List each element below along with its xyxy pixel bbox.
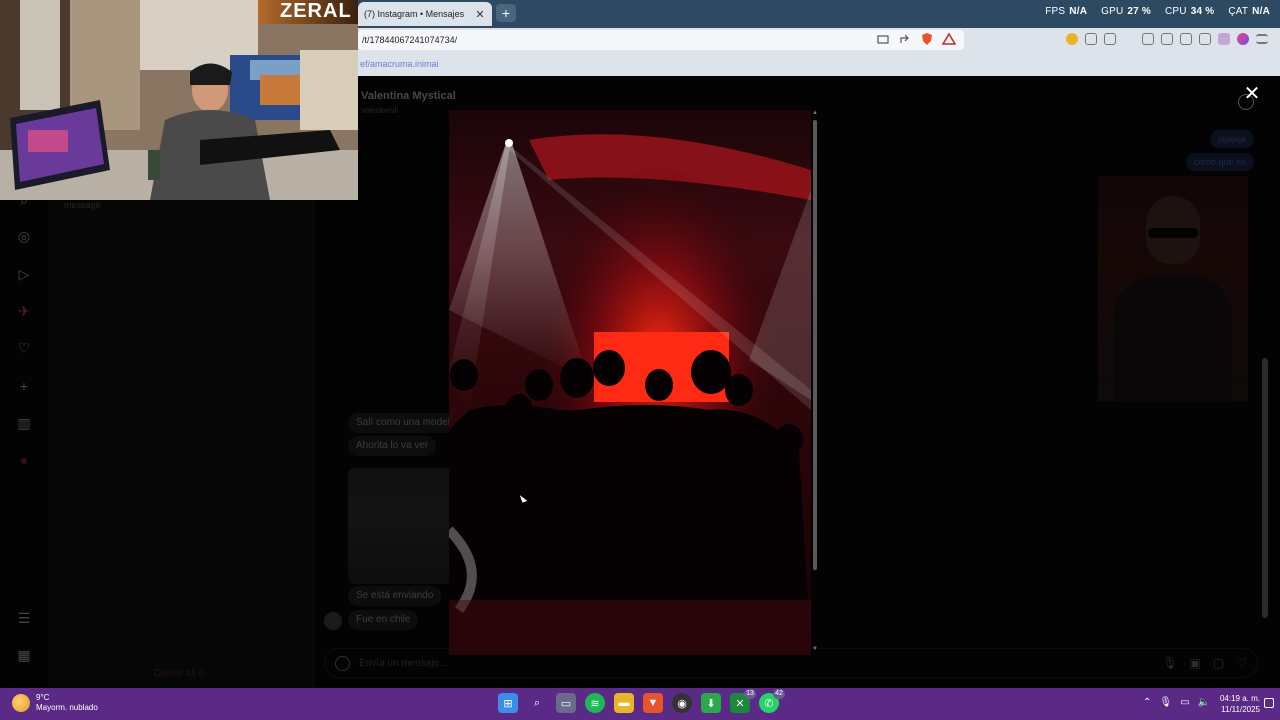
start-windows-icon[interactable]: ⊞ [498,693,518,713]
sidebar-icon[interactable] [1161,33,1173,45]
brave-shield-icon[interactable] [920,32,934,46]
bookmark-link[interactable]: ef/amacruma.inimai [360,59,439,69]
address-bar-actions [876,32,957,46]
clock-time: 04:19 a. m. [1219,694,1260,703]
cpu-value: 34 % [1190,6,1215,17]
vpn-shield-icon[interactable] [1218,33,1230,45]
tray-network-icon[interactable]: ▭ [1180,697,1189,708]
tab-instagram-messages[interactable]: (7) Instagram • Mensajes ✕ [358,2,492,26]
obs-icon[interactable]: ◉ [672,693,692,713]
tray-chevron-icon[interactable]: ⌃ [1143,697,1151,708]
gpu-label: GPU [1101,6,1124,17]
streamer-name-text: ZERAL [280,0,352,22]
tray-microphone-icon[interactable]: 🎙 [1159,697,1172,708]
cpu-label: CPU [1165,6,1187,17]
menu-icon[interactable] [1256,34,1268,44]
screen: (7) Instagram • Mensajes ✕ + FPS N/A GPU 2… [0,0,1280,720]
fps-stat: FPS N/A [1045,6,1087,17]
gpu-value: 27 % [1127,6,1151,17]
notification-icon[interactable] [1264,698,1274,708]
tab-title: (7) Instagram • Mensajes [364,9,465,19]
task-view-icon[interactable]: ▭ [556,693,576,713]
system-tray: ⌃ 🎙 ▭ 🔈 [1143,697,1210,708]
rewards-triangle-icon[interactable] [941,32,957,46]
clock[interactable]: 04:19 a. m. 11/11/2025 [1220,693,1260,715]
whatsapp-icon[interactable]: ✆ 42 [759,689,785,713]
windows-taskbar: 9°C Mayorm. nublado ⊞ ⌕ ▭ ≋ ▬ ▼ ◉ ⬇ ✕ 13 … [0,688,1280,720]
cpu-stat: CPU 34 % [1165,6,1214,17]
fps-value: N/A [1069,6,1088,17]
tab-close-icon[interactable]: ✕ [474,8,486,21]
leo-icon[interactable] [1199,33,1211,45]
new-tab-button[interactable]: + [496,4,516,22]
extension-box-icon[interactable] [1104,33,1116,45]
music-icon[interactable] [1142,33,1154,45]
app-green-icon[interactable]: ⬇ [701,693,721,713]
streamer-webcam: ZERAL [0,0,358,200]
weather-text: 9°C Mayorm. nublado [36,693,98,713]
address-bar[interactable]: /t/17844067241074734/ [358,30,964,50]
page-scrollbar-thumb[interactable] [1262,358,1268,618]
xbox-badge: 13 [744,689,756,699]
spotify-icon[interactable]: ≋ [585,693,605,713]
battery-value: N/A [1252,6,1270,17]
profile-icon[interactable] [1237,33,1249,45]
viewer-scrollbar-thumb[interactable] [813,120,817,570]
close-viewer-icon[interactable]: ✕ [1242,84,1262,104]
brave-browser-icon[interactable]: ▼ [643,693,663,713]
gpu-stat: GPU 27 % [1101,6,1151,17]
media-viewer-image[interactable] [449,110,811,655]
weather-cloud-icon [12,694,30,712]
fps-label: FPS [1045,6,1066,17]
battery-label: ÇAT [1228,6,1249,17]
taskbar-apps: ⊞ ⌕ ▭ ≋ ▬ ▼ ◉ ⬇ ✕ 13 ✆ 42 [498,689,785,713]
weather-widget[interactable]: 9°C Mayorm. nublado [12,693,98,713]
search-icon[interactable]: ⌕ [527,693,547,713]
page-scrollbar[interactable] [1261,78,1269,638]
cast-icon[interactable] [876,32,890,46]
extension-color-icon[interactable] [1066,33,1078,45]
scroll-up-arrow-icon[interactable]: ▲ [812,110,818,116]
wallet-icon[interactable] [1180,33,1192,45]
whatsapp-badge: 42 [773,689,785,699]
viewer-scrollbar[interactable]: ▲ ▼ [812,110,818,655]
scroll-down-arrow-icon[interactable]: ▼ [812,646,818,652]
tray-volume-icon[interactable]: 🔈 [1198,697,1210,708]
extensions-area [1066,33,1268,45]
weather-description: Mayorm. nublado [36,703,98,712]
battery-stat: ÇAT N/A [1228,6,1270,17]
performance-overlay: FPS N/A GPU 27 % CPU 34 % ÇAT N/A [1045,6,1270,17]
clock-date: 11/11/2025 [1221,705,1260,714]
extension-puzzle-icon[interactable] [1085,33,1097,45]
share-icon[interactable] [898,32,912,46]
weather-temperature: 9°C [36,693,50,702]
xbox-icon[interactable]: ✕ 13 [730,689,756,713]
file-explorer-icon[interactable]: ▬ [614,693,634,713]
streamer-name-banner: ZERAL [258,0,358,24]
